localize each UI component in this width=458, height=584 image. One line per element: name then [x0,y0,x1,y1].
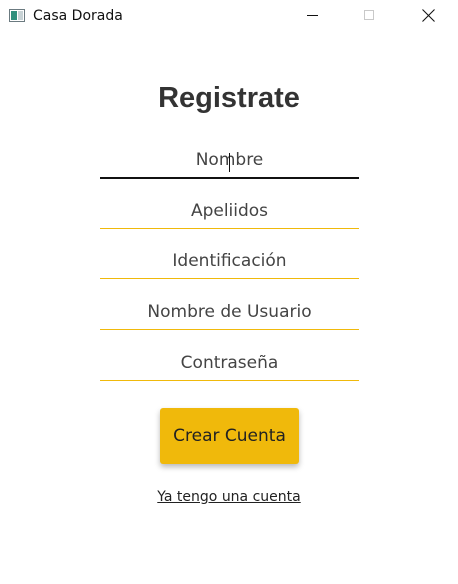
close-button[interactable] [405,0,451,32]
apellidos-field[interactable] [100,193,359,229]
login-link[interactable]: Ya tengo una cuenta [0,489,458,505]
identificacion-input[interactable] [100,243,359,278]
contrasena-input[interactable] [100,345,359,380]
page-title: Registrate [158,82,300,114]
maximize-icon [364,10,374,20]
minimize-button[interactable] [289,0,335,32]
apellidos-input[interactable] [100,193,359,228]
maximize-button[interactable] [347,0,393,32]
usuario-input[interactable] [100,294,359,329]
identificacion-field[interactable] [100,243,359,279]
text-caret [229,153,230,172]
close-icon [422,9,435,22]
minimize-icon [307,15,318,16]
window-title: Casa Dorada [33,8,123,24]
title-bar[interactable]: Casa Dorada [0,0,458,32]
usuario-field[interactable] [100,294,359,330]
nombre-field[interactable] [100,143,359,179]
contrasena-field[interactable] [100,345,359,381]
app-window-icon [9,9,25,22]
crear-cuenta-button[interactable]: Crear Cuenta [160,408,299,464]
